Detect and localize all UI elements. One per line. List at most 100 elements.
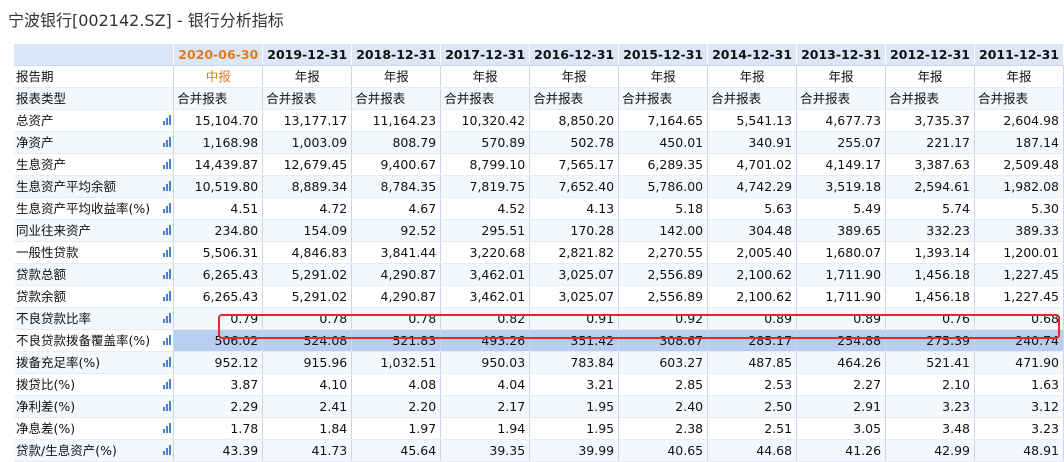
bar-chart-icon[interactable] (162, 375, 173, 395)
row-chart-cell (161, 285, 175, 308)
table-cell: 4,846.83 (262, 241, 353, 264)
table-row: 报告期 中报 年报 年报 年报 年报 年报 年报 年报 年报 年报 (14, 65, 1064, 88)
row-chart-cell (161, 153, 175, 176)
table-cell: 合并报表 (974, 87, 1064, 110)
table-cell: 450.01 (618, 131, 709, 154)
table-cell: 41.26 (796, 439, 887, 462)
table-cell: 2,005.40 (707, 241, 798, 264)
table-cell: 4.10 (262, 373, 353, 396)
table-cell: 41.73 (262, 439, 353, 462)
table-cell: 221.17 (885, 131, 976, 154)
table-row: 同业往来资产 234.80 154.09 92.52 295.51 170.28 142.0… (14, 219, 1064, 242)
table-cell: 年报 (974, 65, 1064, 88)
row-chart-cell (161, 109, 175, 132)
bar-chart-icon[interactable] (162, 199, 173, 219)
table-cell: 4,677.73 (796, 109, 887, 132)
table-cell: 5.74 (885, 197, 976, 220)
table-cell: 13,177.17 (262, 109, 353, 132)
bar-chart-icon[interactable] (162, 243, 173, 263)
table-cell: 合并报表 (529, 87, 620, 110)
bar-chart-icon[interactable] (162, 111, 173, 131)
column-date-header[interactable]: 2012-12-31 (885, 44, 976, 66)
table-cell: 合并报表 (707, 87, 798, 110)
table-cell: 4.13 (529, 197, 620, 220)
table-cell: 1,227.45 (974, 263, 1064, 286)
bar-chart-icon[interactable] (162, 397, 173, 417)
table-cell: 2.40 (618, 395, 709, 418)
column-date-header[interactable]: 2019-12-31 (262, 44, 353, 66)
table-cell: 3,462.01 (440, 285, 531, 308)
bar-chart-icon[interactable] (162, 221, 173, 241)
table-cell: 3,025.07 (529, 285, 620, 308)
bar-chart-icon[interactable] (162, 265, 173, 285)
table-row: 拨备充足率(%) 952.12 915.96 1,032.51 950.03 783.84… (14, 351, 1064, 374)
table-cell: 304.48 (707, 219, 798, 242)
table-cell: 0.78 (351, 307, 442, 330)
column-date-header[interactable]: 2013-12-31 (796, 44, 887, 66)
table-row: 拨贷比(%) 3.87 4.10 4.08 4.04 3.21 2.85 2.53 2.27 2.… (14, 373, 1064, 396)
table-cell: 1,032.51 (351, 351, 442, 374)
table-cell: 389.65 (796, 219, 887, 242)
table-cell: 1,711.90 (796, 285, 887, 308)
table-cell: 2.29 (173, 395, 264, 418)
table-cell: 493.26 (440, 329, 531, 352)
table-cell: 2.85 (618, 373, 709, 396)
table-row: 贷款余额 6,265.43 5,291.02 4,290.87 3,462.01 3,02… (14, 285, 1064, 308)
row-chart-cell (161, 263, 175, 286)
row-label: 生息资产 (14, 153, 162, 176)
table-cell: 4.51 (173, 197, 264, 220)
table-cell: 3.05 (796, 417, 887, 440)
table-cell: 502.78 (529, 131, 620, 154)
table-cell: 7,164.65 (618, 109, 709, 132)
column-date-header[interactable]: 2014-12-31 (707, 44, 798, 66)
bar-chart-icon[interactable] (162, 287, 173, 307)
bar-chart-icon[interactable] (162, 309, 173, 329)
table-cell: 年报 (262, 65, 353, 88)
column-date-header[interactable]: 2020-06-30 (173, 44, 264, 66)
table-cell: 308.67 (618, 329, 709, 352)
bar-chart-icon[interactable] (162, 177, 173, 197)
table-cell: 12,679.45 (262, 153, 353, 176)
table-row: 净资产 1,168.98 1,003.09 808.79 570.89 502.78 450… (14, 131, 1064, 154)
table-cell: 7,819.75 (440, 175, 531, 198)
table-cell: 0.91 (529, 307, 620, 330)
table-cell: 4,290.87 (351, 285, 442, 308)
table-cell: 合并报表 (796, 87, 887, 110)
table-row: 生息资产平均收益率(%) 4.51 4.72 4.67 4.52 4.13 5.18 5.63… (14, 197, 1064, 220)
bar-chart-icon[interactable] (162, 419, 173, 439)
row-label: 报告期 (14, 65, 162, 88)
table-cell: 295.51 (440, 219, 531, 242)
table-cell: 952.12 (173, 351, 264, 374)
table-cell: 年报 (351, 65, 442, 88)
column-date-header[interactable]: 2011-12-31 (974, 44, 1064, 66)
table-cell: 2.50 (707, 395, 798, 418)
bar-chart-icon[interactable] (162, 133, 173, 153)
bar-chart-icon[interactable] (162, 155, 173, 175)
table-cell: 5.63 (707, 197, 798, 220)
column-date-header[interactable]: 2018-12-31 (351, 44, 442, 66)
table-cell: 506.02 (173, 329, 264, 352)
table-cell: 2,556.89 (618, 285, 709, 308)
column-date-header[interactable]: 2016-12-31 (529, 44, 620, 66)
row-chart-cell (161, 175, 175, 198)
table-cell: 2.38 (618, 417, 709, 440)
bar-chart-icon[interactable] (162, 441, 173, 461)
table-row: 不良贷款比率 0.79 0.78 0.78 0.82 0.91 0.92 0.89 0.89 0.… (14, 307, 1064, 330)
table-cell: 1.84 (262, 417, 353, 440)
row-label: 生息资产平均收益率(%) (14, 197, 162, 220)
column-date-header[interactable]: 2017-12-31 (440, 44, 531, 66)
table-cell: 合并报表 (351, 87, 442, 110)
bar-chart-icon[interactable] (162, 331, 173, 351)
row-chart-cell (161, 65, 175, 88)
table-cell: 5.49 (796, 197, 887, 220)
table-cell: 5,506.31 (173, 241, 264, 264)
table-cell: 3,735.37 (885, 109, 976, 132)
table-cell: 2,604.98 (974, 109, 1064, 132)
bar-chart-icon[interactable] (162, 353, 173, 373)
table-cell: 40.65 (618, 439, 709, 462)
column-date-header[interactable]: 2015-12-31 (618, 44, 709, 66)
header-corner (14, 44, 175, 66)
table-row: 贷款总额 6,265.43 5,291.02 4,290.87 3,462.01 3,02… (14, 263, 1064, 286)
table-cell: 6,265.43 (173, 285, 264, 308)
table-row: 贷款/生息资产(%) 43.39 41.73 45.64 39.35 39.99 40.65… (14, 439, 1064, 462)
